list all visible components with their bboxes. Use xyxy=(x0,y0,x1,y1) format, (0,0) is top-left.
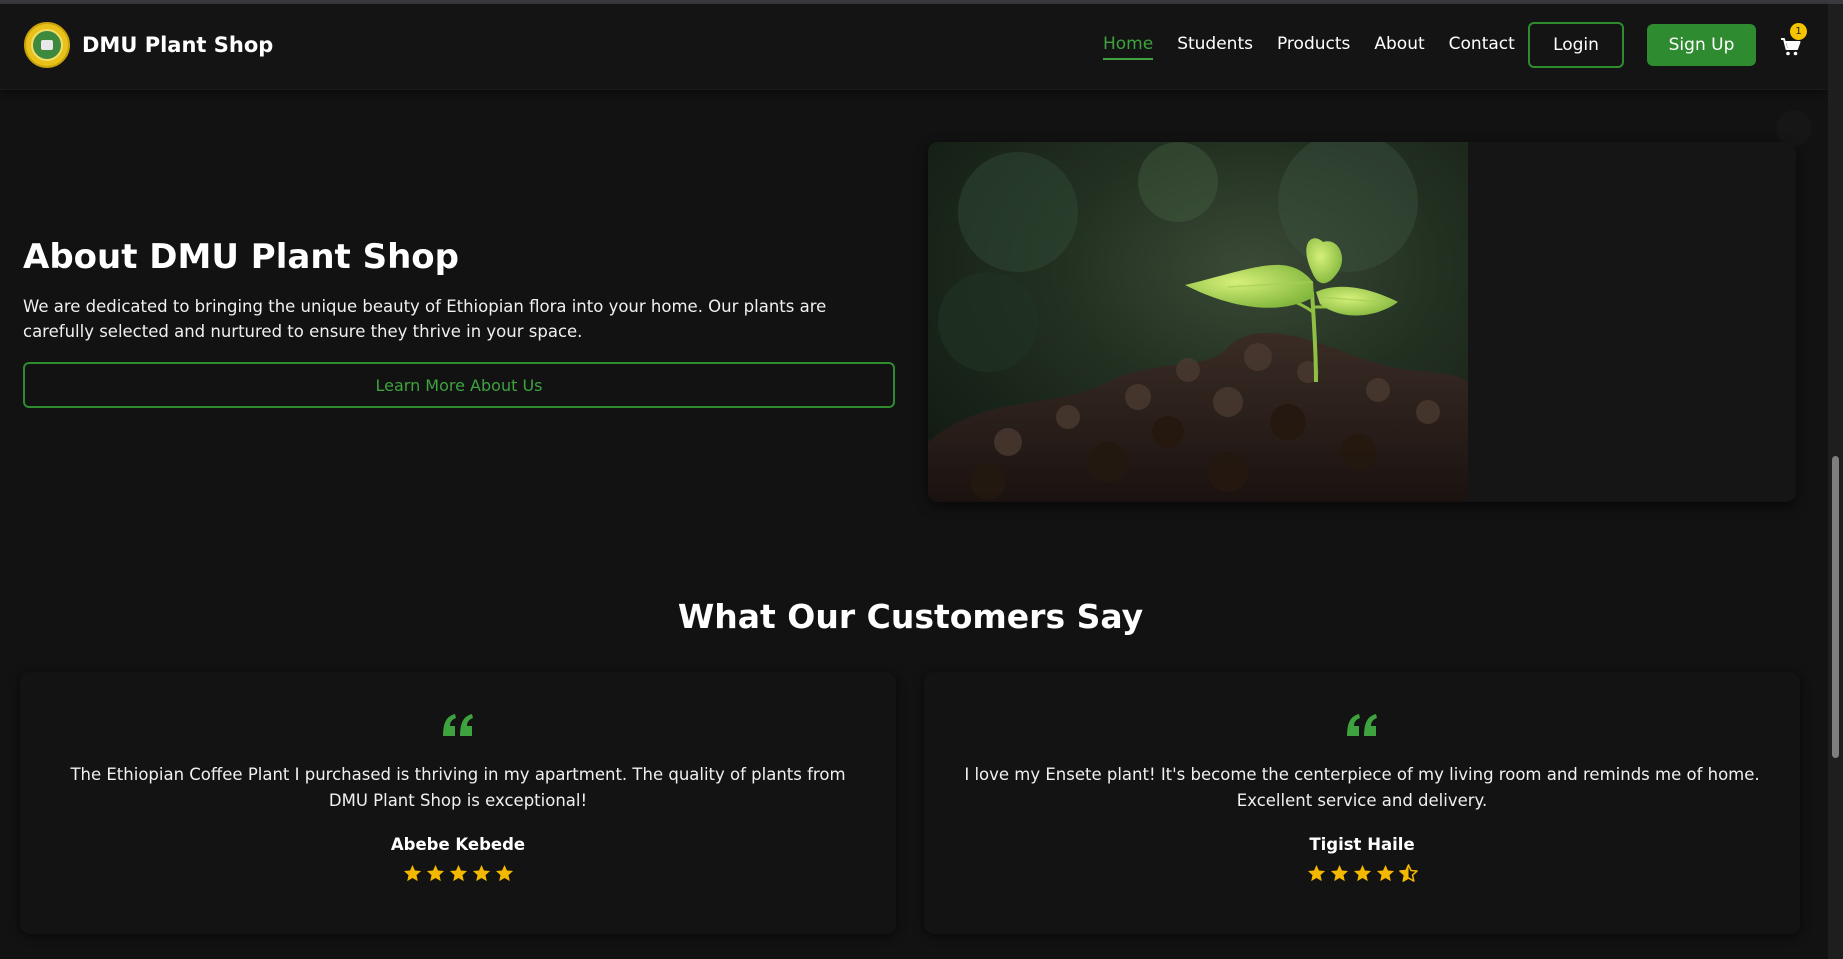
corner-decoration xyxy=(1776,110,1812,146)
login-button[interactable]: Login xyxy=(1528,22,1624,68)
testimonial-text: I love my Ensete plant! It's become the … xyxy=(964,765,1760,810)
testimonial-author: Tigist Haile xyxy=(1309,835,1415,854)
testimonials-title: What Our Customers Say xyxy=(677,597,1144,636)
testimonial-card: I love my Ensete plant! It's become the … xyxy=(924,672,1800,934)
cart-icon[interactable] xyxy=(1780,37,1802,57)
nav-link-contact[interactable]: Contact xyxy=(1449,34,1515,60)
nav-link-about[interactable]: About xyxy=(1374,34,1424,60)
about-title: About DMU Plant Shop xyxy=(23,237,460,277)
nav-link-products[interactable]: Products xyxy=(1277,34,1350,60)
star-icon xyxy=(449,864,467,882)
scrollbar-thumb[interactable] xyxy=(1832,456,1839,758)
star-icon xyxy=(403,864,421,882)
navbar: DMU Plant Shop Home Students Products Ab… xyxy=(0,4,1828,90)
half-star-icon xyxy=(1398,864,1418,882)
quote-icon xyxy=(443,714,473,736)
about-description: We are dedicated to bringing the unique … xyxy=(23,297,827,341)
nav-links: Home Students Products About Contact xyxy=(1103,34,1539,60)
star-rating xyxy=(924,864,1800,883)
learn-more-button[interactable]: Learn More About Us xyxy=(23,362,895,408)
logo-seal-icon xyxy=(24,22,70,68)
brand[interactable]: DMU Plant Shop xyxy=(24,22,273,68)
star-icon xyxy=(495,864,513,882)
star-icon xyxy=(1376,864,1394,882)
quote-icon xyxy=(1347,714,1377,736)
testimonial-author: Abebe Kebede xyxy=(390,835,526,854)
brand-name: DMU Plant Shop xyxy=(82,33,274,57)
star-icon xyxy=(426,864,444,882)
seedling-image xyxy=(928,142,1468,502)
star-icon xyxy=(1353,864,1371,882)
nav-link-home[interactable]: Home xyxy=(1103,34,1154,60)
testimonial-text: The Ethiopian Coffee Plant I purchased i… xyxy=(70,765,846,810)
scrollbar[interactable] xyxy=(1828,4,1843,959)
star-icon xyxy=(1330,864,1348,882)
signup-button[interactable]: Sign Up xyxy=(1647,24,1756,66)
star-icon xyxy=(1307,864,1325,882)
star-rating xyxy=(20,864,896,883)
nav-link-students[interactable]: Students xyxy=(1177,34,1253,60)
star-icon xyxy=(472,864,490,882)
cart-count-badge: 1 xyxy=(1790,23,1807,40)
testimonial-card: The Ethiopian Coffee Plant I purchased i… xyxy=(20,672,896,934)
